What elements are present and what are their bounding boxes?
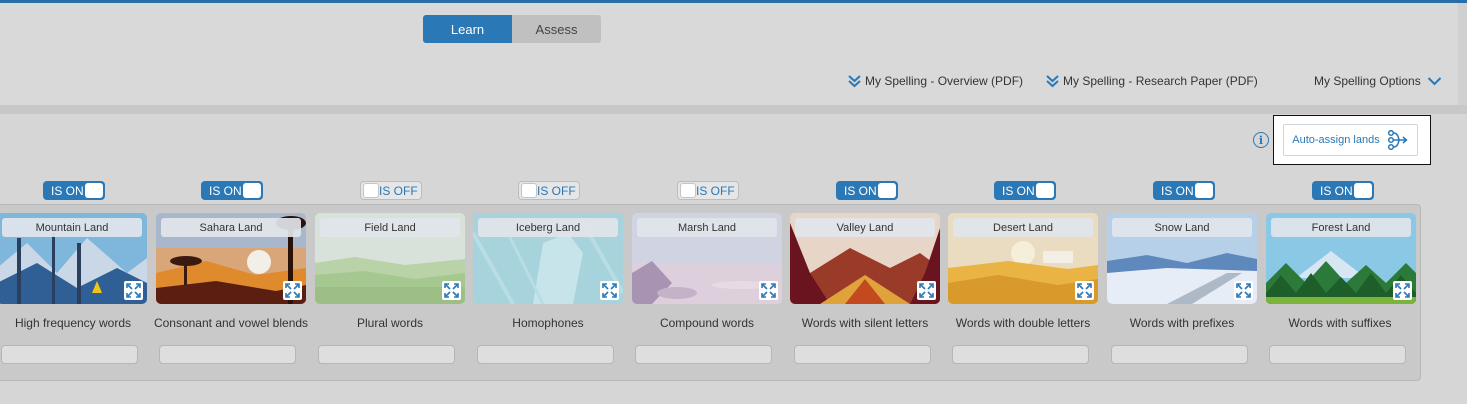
land-title: Valley Land: [795, 218, 935, 237]
toggle-label: IS ON: [844, 183, 877, 198]
land-title: Forest Land: [1271, 218, 1411, 237]
auto-assign-button[interactable]: Auto-assign lands: [1283, 124, 1418, 156]
overview-pdf-label: My Spelling - Overview (PDF): [865, 74, 1024, 88]
land-assign-field[interactable]: [952, 345, 1089, 364]
toggle-label: IS OFF: [696, 183, 735, 198]
expand-icon[interactable]: [1393, 281, 1412, 300]
toggle-knob: [878, 183, 896, 198]
land-assign-field[interactable]: [1269, 345, 1406, 364]
land-assign-field[interactable]: [318, 345, 455, 364]
learn-tab[interactable]: Learn: [423, 15, 512, 43]
land-title: Desert Land: [953, 218, 1093, 237]
expand-icon[interactable]: [124, 281, 143, 300]
toggle-knob: [1354, 183, 1372, 198]
assess-tab[interactable]: Assess: [512, 15, 601, 43]
land-assign-field[interactable]: [477, 345, 614, 364]
land-assign-field[interactable]: [159, 345, 296, 364]
land-title: Sahara Land: [161, 218, 301, 237]
land-card-iceberg[interactable]: Iceberg Land: [473, 213, 623, 304]
land-toggle-snow[interactable]: IS ON: [1153, 181, 1215, 200]
toggle-label: IS OFF: [379, 183, 418, 198]
land-title: Iceberg Land: [478, 218, 618, 237]
toggle-label: IS ON: [1320, 183, 1353, 198]
land-card-desert[interactable]: Desert Land: [948, 213, 1098, 304]
land-toggle-sahara[interactable]: IS ON: [201, 181, 263, 200]
land-description: Consonant and vowel blends: [153, 316, 309, 330]
expand-icon[interactable]: [759, 281, 778, 300]
land-card-sahara[interactable]: Sahara Land: [156, 213, 306, 304]
land-title: Field Land: [320, 218, 460, 237]
land-toggle-iceberg[interactable]: IS OFF: [518, 181, 580, 200]
toggle-knob: [363, 183, 379, 198]
land-card-mountain[interactable]: Mountain Land: [0, 213, 147, 304]
land-description: Words with suffixes: [1288, 316, 1392, 330]
land-assign-field[interactable]: [635, 345, 772, 364]
land-description: Words with double letters: [955, 316, 1091, 330]
chevron-down-icon: [1427, 77, 1441, 86]
land-card-valley[interactable]: Valley Land: [790, 213, 940, 304]
land-description: High frequency words: [14, 316, 132, 330]
land-description: Words with prefixes: [1129, 316, 1235, 330]
land-description: Words with silent letters: [801, 316, 929, 330]
land-title: Marsh Land: [637, 218, 777, 237]
expand-icon[interactable]: [917, 281, 936, 300]
toggle-label: IS ON: [209, 183, 242, 198]
toggle-label: IS ON: [1002, 183, 1035, 198]
research-pdf-link[interactable]: My Spelling - Research Paper (PDF): [1045, 71, 1258, 91]
land-card-forest[interactable]: Forest Land: [1266, 213, 1416, 304]
land-card-marsh[interactable]: Marsh Land: [632, 213, 782, 304]
header-scrollbar[interactable]: [1458, 3, 1467, 105]
land-title: Mountain Land: [2, 218, 142, 237]
double-chevron-down-icon: [848, 75, 861, 88]
toggle-knob: [680, 183, 696, 198]
expand-icon[interactable]: [442, 281, 461, 300]
land-toggle-forest[interactable]: IS ON: [1312, 181, 1374, 200]
auto-assign-label: Auto-assign lands: [1292, 134, 1380, 146]
land-description: Plural words: [356, 316, 424, 330]
toggle-knob: [1036, 183, 1054, 198]
expand-icon[interactable]: [1234, 281, 1253, 300]
expand-icon[interactable]: [1075, 281, 1094, 300]
land-title: Snow Land: [1112, 218, 1252, 237]
land-toggle-valley[interactable]: IS ON: [836, 181, 898, 200]
land-toggle-mountain[interactable]: IS ON: [43, 181, 105, 200]
auto-assign-focus-frame: Auto-assign lands: [1273, 115, 1431, 165]
land-assign-field[interactable]: [794, 345, 931, 364]
land-card-field[interactable]: Field Land: [315, 213, 465, 304]
toggle-knob: [1195, 183, 1213, 198]
land-assign-field[interactable]: [1111, 345, 1248, 364]
toggle-knob: [521, 183, 537, 198]
mode-toggle: Learn Assess: [423, 15, 601, 43]
land-description: Compound words: [659, 316, 755, 330]
overview-pdf-link[interactable]: My Spelling - Overview (PDF): [847, 71, 1023, 91]
land-toggle-marsh[interactable]: IS OFF: [677, 181, 739, 200]
toggle-knob: [243, 183, 261, 198]
section-divider: [0, 105, 1467, 114]
land-assign-field[interactable]: [1, 345, 138, 364]
info-icon[interactable]: i: [1253, 132, 1269, 148]
spelling-options-menu[interactable]: My Spelling Options: [1314, 71, 1442, 91]
toggle-label: IS OFF: [537, 183, 576, 198]
toggle-knob: [85, 183, 103, 198]
double-chevron-down-icon: [1046, 75, 1059, 88]
land-toggle-desert[interactable]: IS ON: [994, 181, 1056, 200]
land-card-snow[interactable]: Snow Land: [1107, 213, 1257, 304]
header: Learn Assess My Spelling - Overview (PDF…: [0, 3, 1467, 105]
branch-arrows-icon: [1387, 130, 1408, 150]
expand-icon[interactable]: [283, 281, 302, 300]
research-pdf-label: My Spelling - Research Paper (PDF): [1063, 74, 1258, 88]
spelling-options-label: My Spelling Options: [1314, 74, 1421, 88]
land-description: Homophones: [512, 316, 584, 330]
toggle-label: IS ON: [1161, 183, 1194, 198]
land-toggle-field[interactable]: IS OFF: [360, 181, 422, 200]
toggle-label: IS ON: [51, 183, 84, 198]
expand-icon[interactable]: [600, 281, 619, 300]
